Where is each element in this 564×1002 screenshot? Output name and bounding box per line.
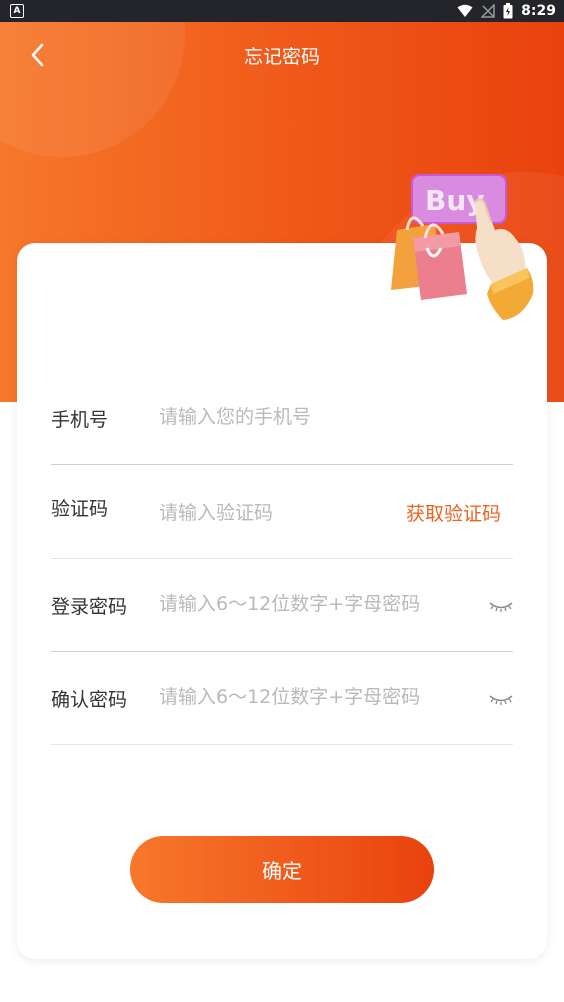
status-icons: 8:29: [457, 2, 556, 20]
phone-input[interactable]: [159, 401, 429, 433]
form-card: 手机号 验证码 获取验证码 登录密码 确认密码 确定: [17, 243, 547, 959]
confirm-password-input[interactable]: [159, 681, 429, 713]
phone-row: 手机号: [51, 371, 513, 465]
status-bar: A 8:29: [0, 0, 564, 22]
eye-closed-icon[interactable]: [489, 600, 513, 614]
code-input[interactable]: [159, 497, 379, 529]
nav-bar: 忘记密码: [0, 22, 564, 88]
password-input[interactable]: [159, 588, 429, 620]
battery-icon: [503, 3, 513, 19]
phone-label: 手机号: [51, 409, 109, 431]
password-label: 登录密码: [51, 596, 128, 618]
status-time: 8:29: [521, 3, 556, 19]
get-code-button[interactable]: 获取验证码: [406, 499, 501, 526]
forgot-password-page: A 8:29 忘记密码 Buy 手机号 请输入您的手机号 验证码 请输入验证码 …: [0, 0, 564, 1002]
password-row: 登录密码: [51, 558, 513, 652]
no-signal-icon: [481, 4, 495, 18]
code-label: 验证码: [51, 498, 109, 520]
wifi-icon: [457, 4, 473, 17]
code-row: 验证码 获取验证码: [51, 465, 513, 559]
page-title: 忘记密码: [243, 46, 320, 68]
eye-closed-icon[interactable]: [489, 693, 513, 707]
notification-icon: A: [10, 4, 24, 18]
shopping-illustration: Buy: [391, 174, 534, 320]
confirm-password-label: 确认密码: [51, 689, 128, 711]
confirm-button[interactable]: 确定: [130, 836, 434, 903]
confirm-password-row: 确认密码: [51, 651, 513, 745]
